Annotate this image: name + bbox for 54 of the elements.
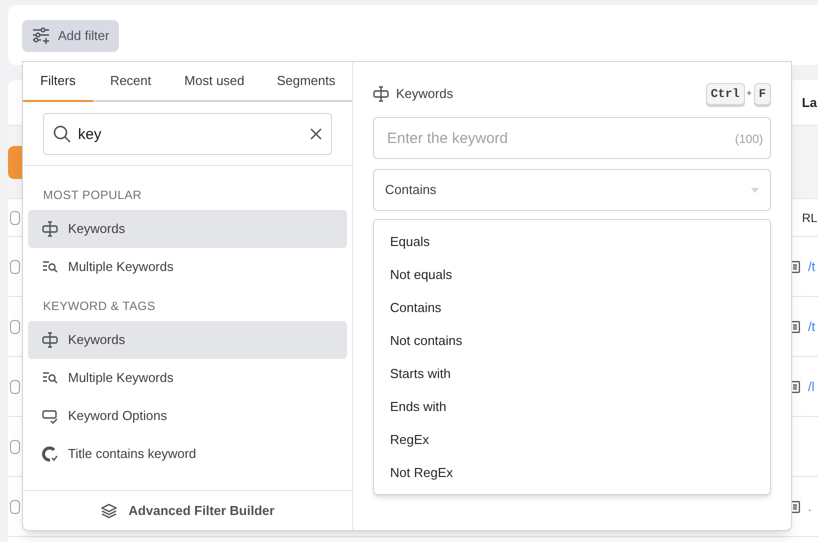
tab[interactable]: Recent: [92, 62, 169, 102]
dropdown-option[interactable]: Not equals: [374, 258, 770, 291]
sliders-icon: [32, 27, 50, 45]
checkbox[interactable]: [10, 500, 20, 514]
checkbox[interactable]: [10, 320, 20, 334]
checkbox[interactable]: [10, 380, 20, 394]
dropdown-option[interactable]: Starts with: [374, 357, 770, 390]
key-joiner: +: [746, 87, 752, 100]
text-cursor-icon: [42, 221, 58, 237]
checkbox[interactable]: [10, 260, 20, 274]
text-cursor-icon: [373, 86, 389, 102]
caret-icon: [751, 188, 759, 192]
tab[interactable]: Most used: [168, 62, 260, 102]
filter-option[interactable]: Keyword Options: [28, 397, 347, 435]
dropdown-option[interactable]: Not RegEx: [374, 456, 770, 489]
character-counter: (100): [734, 131, 763, 148]
list-search-icon: [42, 259, 58, 275]
advanced-filter-builder-link[interactable]: Advanced Filter Builder: [128, 500, 274, 520]
filter-option[interactable]: Multiple Keywords: [28, 248, 347, 286]
tag-check-icon: [42, 408, 58, 424]
keyboard-key: Ctrl: [706, 83, 745, 105]
column-header: RL: [802, 210, 818, 226]
search-field[interactable]: key: [43, 113, 332, 155]
layers-icon: [100, 502, 117, 518]
tab[interactable]: Segments: [260, 62, 352, 102]
panel-title: Keywords: [396, 85, 454, 104]
filter-option[interactable]: Title contains keyword: [28, 435, 347, 473]
section-heading: MOST POPULAR: [42, 187, 143, 204]
url-link[interactable]: .: [808, 496, 818, 516]
column-header: La: [802, 94, 817, 112]
dropdown-option[interactable]: RegEx: [374, 423, 770, 456]
add-filter-button[interactable]: Add filter: [22, 20, 120, 52]
filter-option[interactable]: Multiple Keywords: [28, 359, 347, 397]
filter-option[interactable]: Keywords: [28, 321, 347, 359]
tab[interactable]: Filters: [23, 62, 93, 102]
text-cursor-icon: [42, 332, 58, 348]
url-link[interactable]: /l: [808, 376, 818, 396]
keyboard-key: F: [754, 83, 771, 105]
operator-select[interactable]: Contains: [373, 169, 771, 211]
circle-check-icon: [42, 446, 58, 462]
search-icon: [53, 125, 71, 143]
checkbox[interactable]: [10, 210, 20, 224]
action-button[interactable]: [8, 146, 22, 179]
filter-option[interactable]: Keywords: [28, 210, 347, 248]
dropdown-option[interactable]: Contains: [374, 291, 770, 324]
url-link[interactable]: /t: [808, 316, 818, 336]
dropdown-option[interactable]: Equals: [374, 225, 770, 258]
list-search-icon: [42, 370, 58, 386]
checkbox[interactable]: [10, 440, 20, 454]
dropdown-option[interactable]: Ends with: [374, 390, 770, 423]
url-link[interactable]: /t: [808, 256, 818, 276]
close-icon[interactable]: [310, 128, 322, 140]
section-heading: KEYWORD & TAGS: [42, 298, 156, 315]
dropdown-option[interactable]: Not contains: [374, 324, 770, 357]
